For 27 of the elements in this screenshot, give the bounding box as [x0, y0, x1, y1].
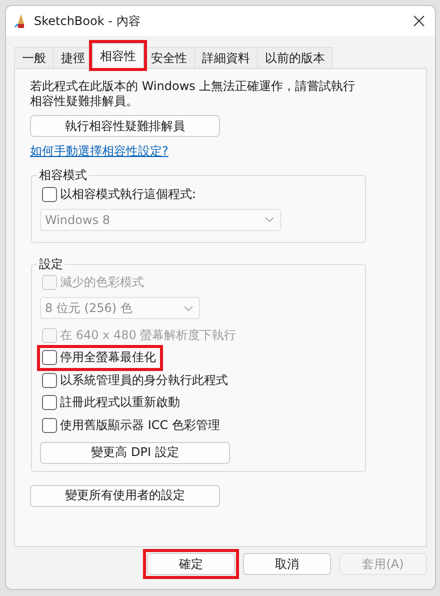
close-icon[interactable] [413, 15, 425, 27]
tab[interactable]: 以前的版本 [257, 47, 333, 68]
checkbox-label[interactable]: 以相容模式執行這個程式: [60, 186, 196, 202]
checkbox-label[interactable]: 停用全螢幕最佳化 [60, 349, 156, 366]
tab[interactable]: 一般 [14, 47, 54, 68]
group-title: 相容模式 [37, 168, 89, 182]
dialog-button[interactable]: 取消 [243, 553, 331, 575]
chevron-down-icon [265, 217, 274, 222]
checkbox-box[interactable] [42, 395, 57, 410]
tab[interactable]: 相容性 [92, 43, 144, 68]
all-users-settings-button[interactable]: 變更所有使用者的設定 [30, 484, 220, 506]
checkbox-box[interactable] [42, 186, 57, 202]
intro-text: 若此程式在此版本的 Windows 上無法正確運作，請嘗試執行相容性疑難排解員。 [30, 79, 356, 109]
window-title: SketchBook - 內容 [34, 12, 142, 30]
checkbox-box[interactable] [42, 350, 57, 365]
dialog-button[interactable]: 確定 [147, 553, 235, 575]
checkbox-box[interactable] [42, 418, 57, 432]
troubleshooter-button[interactable]: 執行相容性疑難排解員 [30, 115, 220, 137]
checkbox-label[interactable]: 以系統管理員的身分執行此程式 [60, 372, 228, 388]
help-link[interactable]: 如何手動選擇相容性設定? [30, 143, 168, 160]
tab[interactable]: 詳細資料 [194, 47, 258, 68]
group-title: 設定 [37, 256, 65, 270]
dpi-settings-button[interactable]: 變更高 DPI 設定 [40, 442, 230, 464]
chevron-down-icon [184, 306, 193, 310]
checkbox-label[interactable]: 使用舊版顯示器 ICC 色彩管理 [60, 416, 220, 434]
checkbox-label[interactable]: 註冊此程式以重新啟動 [60, 394, 180, 411]
checkbox-box[interactable] [42, 372, 57, 388]
